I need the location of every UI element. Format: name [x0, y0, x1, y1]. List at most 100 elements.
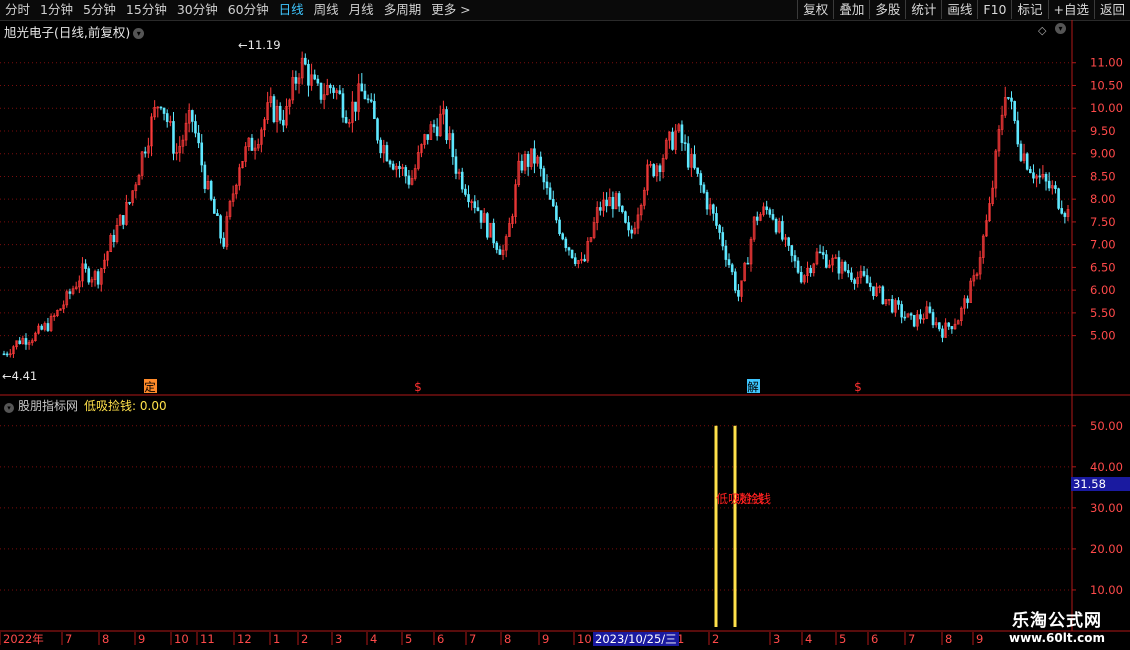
candle-body	[1025, 153, 1029, 170]
candle-body	[555, 205, 558, 221]
date-tick-label: 8	[504, 632, 511, 646]
kline-chart[interactable]: 11.00 10.50 10.00 9.50 9.00 8.50 8.00 7.50 7.00 6…	[0, 0, 1130, 650]
candle-body	[1013, 101, 1016, 121]
candle-body	[278, 105, 282, 121]
candle-body	[705, 192, 709, 210]
candle-body	[774, 218, 778, 233]
candle-body	[938, 322, 941, 330]
date-tick-label: 3	[335, 632, 342, 646]
price-tick-label: 6.50	[1090, 260, 1116, 274]
price-tick-label: 9.50	[1090, 124, 1116, 138]
date-tick-label: 2	[301, 632, 308, 646]
candle-body	[40, 325, 43, 330]
candle-body	[900, 304, 903, 318]
indicator-title[interactable]: ▾ 股朋指标网 低吸捡钱: 0.00	[4, 397, 167, 414]
candle-body	[605, 199, 608, 207]
candle-body	[476, 207, 480, 211]
date-tick-label: 4	[805, 632, 812, 646]
candle-body	[341, 93, 345, 118]
candle-body	[194, 121, 197, 134]
candle-body	[630, 229, 634, 234]
price-tick-label: 10.00	[1090, 101, 1123, 115]
date-tick-label: 6	[871, 632, 878, 646]
candle-body	[159, 106, 163, 109]
candle-body	[734, 271, 737, 291]
date-tick-label: 11	[200, 632, 215, 646]
candle-body	[209, 180, 213, 200]
candle-body	[727, 259, 731, 266]
candle-body	[435, 126, 439, 137]
candle-body	[941, 328, 944, 338]
signal-label: 解	[747, 380, 759, 394]
candle-body	[1047, 180, 1051, 189]
candle-body	[162, 107, 166, 114]
candle-body	[329, 85, 332, 89]
signal-label: $	[854, 380, 862, 394]
indicator-menu-icon[interactable]: ▾	[4, 403, 14, 413]
date-tick-label: 1	[273, 632, 280, 646]
candle-body	[172, 121, 175, 154]
candle-body	[1057, 188, 1060, 209]
candle-body	[520, 160, 524, 171]
candle-body	[696, 167, 699, 174]
candle-body	[746, 262, 750, 265]
candle-body	[825, 254, 828, 268]
candle-body	[912, 314, 916, 327]
price-tick-label: 7.50	[1090, 215, 1116, 229]
date-tick-label: 2	[712, 632, 719, 646]
candle-body	[479, 210, 483, 223]
candle-body	[492, 222, 495, 244]
candle-body	[570, 249, 574, 258]
candle-body	[426, 134, 430, 140]
watermark-line1: 乐淘公式网	[1012, 611, 1102, 631]
candle-body	[573, 257, 577, 264]
price-tick-label: 8.50	[1090, 169, 1116, 183]
candle-body	[143, 151, 147, 154]
indicator-tick-label: 20.00	[1090, 542, 1123, 556]
candle-body	[790, 245, 794, 256]
candle-body	[931, 312, 935, 326]
candle-body	[862, 271, 866, 276]
date-tick-label: 6	[437, 632, 444, 646]
candle-body	[363, 90, 367, 100]
candle-body	[212, 199, 216, 214]
candle-body	[567, 247, 571, 251]
date-tick-label: 7	[65, 632, 72, 646]
candle-body	[526, 153, 530, 167]
candle-body	[1010, 97, 1013, 102]
candle-body	[730, 264, 734, 273]
candle-body	[558, 219, 561, 235]
candle-body	[1016, 120, 1020, 145]
candle-body	[872, 286, 875, 297]
date-cursor: 2023/10/25/三	[593, 632, 679, 646]
candle-body	[495, 242, 499, 250]
candle-body	[624, 211, 627, 223]
candle-body	[313, 74, 317, 80]
price-tick-label: 5.00	[1090, 329, 1116, 343]
candle-body	[473, 201, 477, 208]
date-tick-label: 5	[405, 632, 412, 646]
candle-body	[391, 163, 395, 170]
candle-body	[787, 237, 790, 246]
date-tick-label: 10	[577, 632, 592, 646]
candle-body	[909, 313, 913, 316]
indicator-tick-label: 10.00	[1090, 583, 1123, 597]
candle-body	[407, 175, 411, 185]
candle-body	[319, 82, 323, 100]
candle-body	[617, 193, 621, 207]
price-tick-label: 5.50	[1090, 306, 1116, 320]
candle-body	[460, 171, 464, 190]
candle-body	[853, 279, 856, 284]
candle-body	[683, 142, 687, 144]
candle-body	[1054, 185, 1057, 190]
candle-body	[191, 110, 194, 122]
low-price-label: ←4.41	[2, 369, 37, 383]
candle-body	[799, 271, 803, 283]
candle-body	[1044, 174, 1048, 182]
candle-body	[718, 225, 721, 233]
candle-body	[548, 187, 552, 200]
high-price-label: ←11.19	[238, 38, 281, 52]
candle-body	[897, 300, 900, 305]
indicator-tick-label: 40.00	[1090, 460, 1123, 474]
candle-body	[881, 286, 885, 305]
